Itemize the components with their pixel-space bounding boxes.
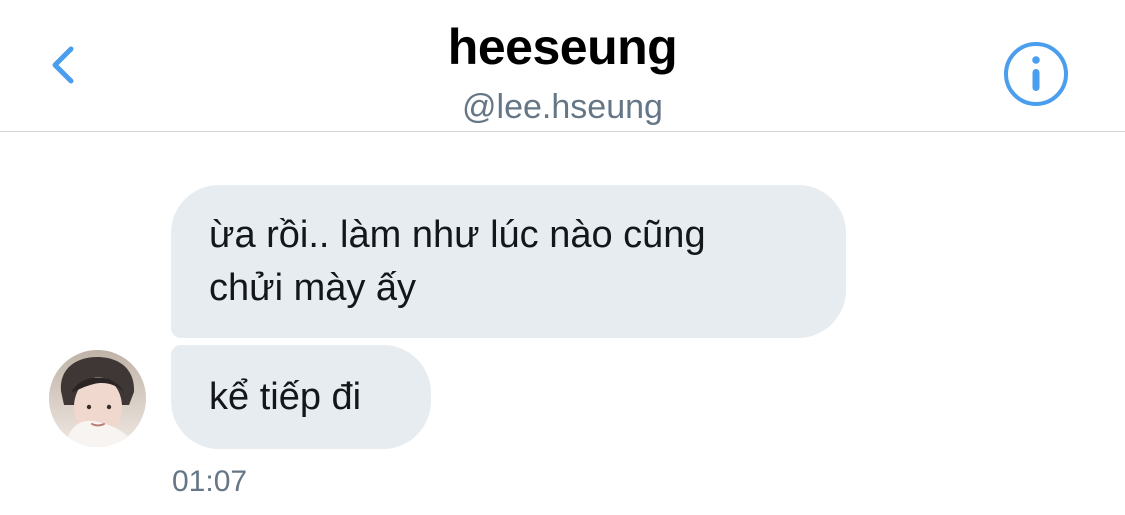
conversation-handle: @lee.hseung [462,88,663,126]
conversation-title-block: heeseung @lee.hseung [0,18,1125,124]
info-button[interactable] [1002,40,1070,108]
message-line: chửi mày ấy [209,267,417,309]
conversation-name: heeseung [447,19,678,75]
message-timestamp: 01:07 [172,465,248,498]
message-line: ừa rồi.. làm như lúc nào cũng [209,214,706,256]
avatar[interactable] [49,350,146,447]
message-line: kể tiếp đi [209,376,362,418]
incoming-message-bubble[interactable]: ừa rồi.. làm như lúc nào cũng chửi mày ấ… [171,185,846,338]
info-icon [1004,42,1068,106]
conversation-header: heeseung @lee.hseung [0,0,1125,132]
profile-photo-icon [49,350,146,447]
incoming-message-bubble[interactable]: kể tiếp đi [171,345,431,449]
message-thread: ừa rồi.. làm như lúc nào cũng chửi mày ấ… [0,132,1125,515]
